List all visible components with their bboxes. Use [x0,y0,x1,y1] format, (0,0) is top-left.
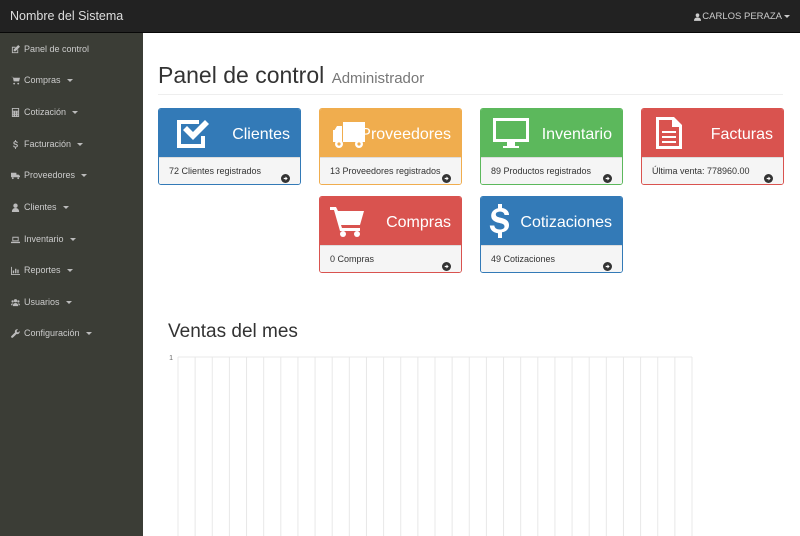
truck-icon [10,170,20,180]
chevron-down-icon [85,331,92,335]
panel-footer-link[interactable]: 89 Productos registrados [481,157,622,184]
arrow-circle-right-icon [603,255,612,271]
top-navbar: Nombre del Sistema CARLOS PERAZA [0,0,800,33]
sidebar-item-label: Cotización [24,107,67,117]
arrow-circle-right-icon [764,167,773,183]
sidebar-item-label: Configuración [24,328,80,338]
chevron-down-icon [62,205,69,209]
panel-footer-link[interactable]: Última venta: 778960.00 [642,157,783,184]
wrench-icon [10,328,20,338]
panel-footer-link[interactable]: 72 Clientes registrados [159,157,300,184]
arrow-circle-right-icon [442,167,451,183]
chevron-down-icon [65,300,72,304]
arrow-circle-right-icon [603,167,612,183]
sidebar-item-label: Inventario [24,234,64,244]
panel-inventario: Inventario 89 Productos registrados [480,108,623,185]
panel-title: Inventario [541,126,612,143]
sidebar-item-label: Usuarios [24,297,60,307]
user-name: CARLOS PERAZA [702,11,782,22]
bar-chart-icon [10,265,20,275]
panel-footer-text: 89 Productos registrados [491,166,592,176]
users-icon [10,297,20,307]
page-title: Panel de control [158,62,325,88]
sidebar-item-panel-de-control[interactable]: Panel de control [0,35,143,63]
arrow-circle-right-icon [442,255,451,271]
chart-section-title: Ventas del mes [168,321,298,342]
calculator-icon [10,107,20,117]
sales-chart-svg: 1 [169,355,693,536]
sidebar-item-cotizacion[interactable]: Cotización [0,98,143,126]
chevron-down-icon [66,268,73,272]
sales-chart: 1 [165,348,705,536]
edit-icon [10,44,20,54]
panel-footer-link[interactable]: 49 Cotizaciones [481,245,622,272]
chevron-down-icon [66,78,73,82]
panel-title: Proveedores [360,126,451,143]
sidebar: Panel de control Compras Cotización Fact… [0,33,143,536]
file-text-icon [654,116,684,150]
sidebar-item-clientes[interactable]: Clientes [0,193,143,221]
panel-title: Compras [386,214,451,231]
panel-proveedores: Proveedores 13 Proveedores registrados [319,108,462,185]
sidebar-item-inventario[interactable]: Inventario [0,225,143,253]
sidebar-item-facturacion[interactable]: Facturación [0,130,143,158]
panel-footer-link[interactable]: 13 Proveedores registrados [320,157,461,184]
check-square-icon [173,116,209,150]
sidebar-item-label: Panel de control [24,44,90,54]
chevron-down-icon [77,142,84,146]
panel-clientes: Clientes 72 Clientes registrados [158,108,301,185]
panel-compras: Compras 0 Compras [319,196,462,273]
panel-footer-text: 49 Cotizaciones [491,254,556,264]
chevron-down-icon [72,110,79,114]
panel-title: Cotizaciones [520,214,612,231]
chevron-down-icon [784,15,790,18]
sidebar-item-proveedores[interactable]: Proveedores [0,161,143,189]
panel-cotizaciones: Cotizaciones 49 Cotizaciones [480,196,623,273]
sidebar-item-label: Compras [24,75,61,85]
sidebar-item-compras[interactable]: Compras [0,66,143,94]
panel-footer-text: 13 Proveedores registrados [330,166,441,176]
user-icon [10,202,20,212]
cart-icon [330,204,366,238]
cart-icon [10,75,20,85]
page-header: Panel de control Administrador [158,62,783,95]
laptop-icon [10,234,20,244]
chevron-down-icon [81,173,88,177]
user-icon [694,12,702,21]
page-subtitle: Administrador [331,70,425,87]
arrow-circle-right-icon [281,167,290,183]
dollar-icon [489,204,511,238]
sidebar-item-label: Clientes [24,202,57,212]
sidebar-item-configuracion[interactable]: Configuración [0,319,143,347]
panel-facturas: Facturas Última venta: 778960.00 [641,108,784,185]
sidebar-item-reportes[interactable]: Reportes [0,256,143,284]
panel-title: Clientes [232,126,290,143]
dollar-icon [10,139,20,149]
brand-link[interactable]: Nombre del Sistema [10,9,123,23]
sidebar-item-label: Facturación [24,139,72,149]
panel-title: Facturas [710,126,773,143]
user-menu[interactable]: CARLOS PERAZA [694,11,790,22]
panel-footer-text: 72 Clientes registrados [169,166,262,176]
chart-y-tick-label: 1 [169,355,173,362]
sidebar-item-label: Proveedores [24,170,76,180]
sidebar-item-usuarios[interactable]: Usuarios [0,288,143,316]
panel-footer-text: Última venta: 778960.00 [652,166,750,176]
sidebar-item-label: Reportes [24,265,61,275]
desktop-icon [491,116,531,150]
panel-footer-link[interactable]: 0 Compras [320,245,461,272]
chevron-down-icon [69,237,76,241]
panel-footer-text: 0 Compras [330,254,375,264]
